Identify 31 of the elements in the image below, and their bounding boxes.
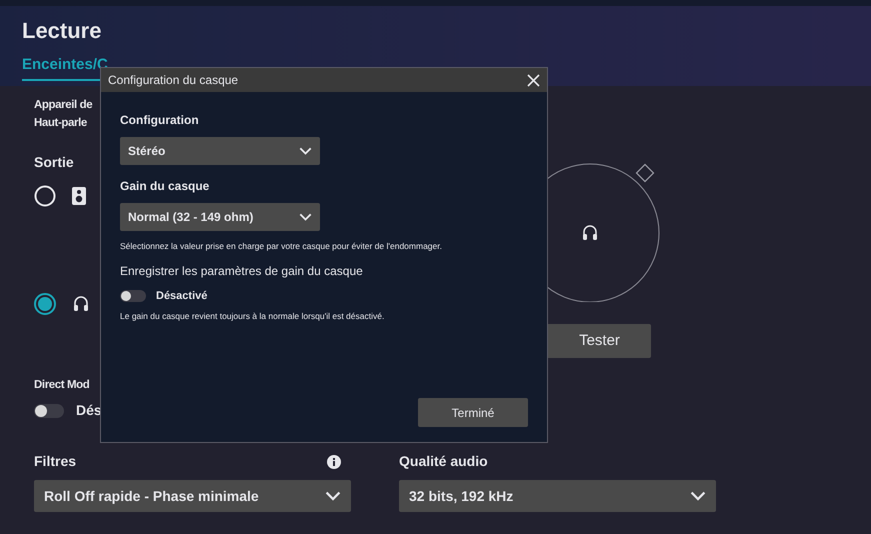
audio-quality-dropdown[interactable]: 32 bits, 192 kHz [399,480,716,512]
save-gain-note: Le gain du casque revient toujours à la normale lorsqu'il est désactivé. [120,310,384,323]
dialog-title: Configuration du casque [108,72,238,89]
direct-mode-toggle[interactable] [34,404,64,418]
page-title: Lecture [22,18,102,44]
info-icon[interactable] [327,454,341,469]
headphones-icon [581,224,599,242]
gain-hint: Sélectionnez la valeur prise en charge par votre casque pour éviter de l'endommager. [120,240,442,253]
save-gain-toggle[interactable] [120,290,146,302]
done-button[interactable]: Terminé [418,398,528,427]
headphones-icon [72,295,90,313]
configuration-dropdown[interactable]: Stéréo [120,137,320,165]
chevron-down-icon [299,147,312,155]
audio-quality-label: Qualité audio [399,452,488,472]
save-gain-label: Enregistrer les paramètres de gain du casque [120,262,363,280]
chevron-down-icon [325,491,341,502]
gain-dropdown[interactable]: Normal (32 - 149 ohm) [120,203,320,231]
chevron-down-icon [690,491,706,502]
configuration-label: Configuration [120,112,199,129]
gain-label: Gain du casque [120,178,210,195]
device-name: Haut-parle [34,116,87,131]
close-icon[interactable] [527,74,540,86]
filters-label: Filtres [34,452,76,472]
direct-mode-state: Dés [76,401,102,420]
filters-dropdown[interactable]: Roll Off rapide - Phase minimale [34,480,351,512]
radio-button[interactable] [34,293,56,315]
direct-mode-label: Direct Mod [34,378,90,393]
save-gain-state: Désactivé [156,288,208,304]
chevron-down-icon [299,213,312,221]
device-label: Appareil de [34,98,92,113]
output-label: Sortie [34,153,74,172]
